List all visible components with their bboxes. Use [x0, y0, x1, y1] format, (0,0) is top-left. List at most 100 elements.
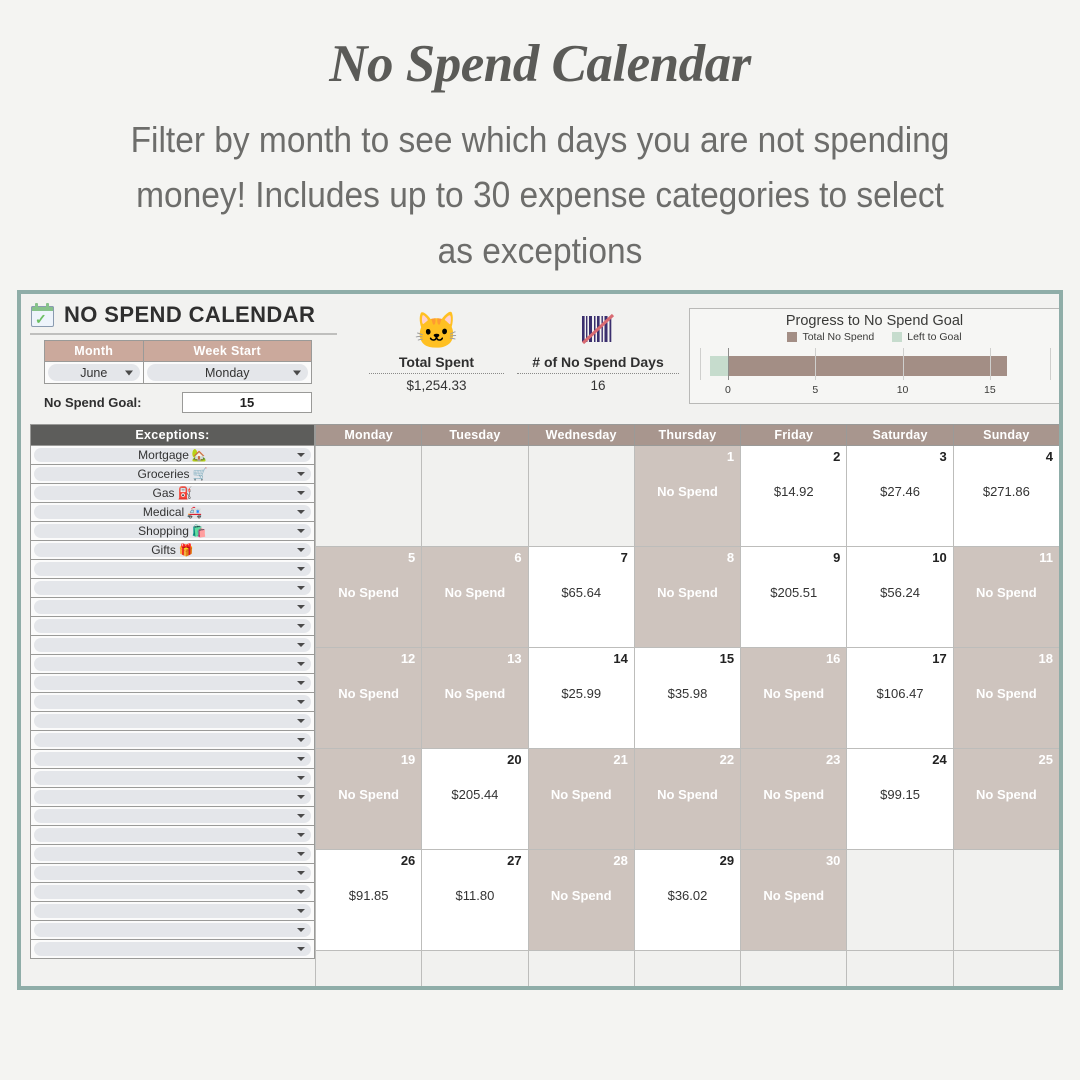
calendar-day-cell[interactable]: 3 $27.46: [846, 445, 954, 547]
calendar-day-cell[interactable]: 23 No Spend: [740, 748, 848, 850]
calendar-day-cell[interactable]: 9 $205.51: [740, 546, 848, 648]
calendar-day-cell[interactable]: 28 No Spend: [527, 849, 635, 951]
exception-select[interactable]: Gifts 🎁: [34, 543, 311, 557]
calendar-day-cell[interactable]: [952, 849, 1059, 951]
week-start-select[interactable]: Monday: [146, 364, 308, 381]
exception-row[interactable]: Medical 🚑: [31, 502, 314, 521]
exception-row[interactable]: [31, 882, 314, 901]
exception-select[interactable]: [34, 581, 311, 595]
calendar-day-cell[interactable]: [527, 445, 635, 547]
calendar-day-cell[interactable]: 27 $11.80: [421, 849, 529, 951]
exception-row[interactable]: [31, 939, 314, 958]
exception-select[interactable]: [34, 562, 311, 576]
calendar-day-cell[interactable]: 29 $36.02: [633, 849, 742, 951]
calendar-day-cell[interactable]: 30 No Spend: [740, 849, 848, 951]
exception-select[interactable]: [34, 847, 311, 861]
exception-select[interactable]: Mortgage 🏡: [34, 448, 311, 462]
exception-select[interactable]: [34, 885, 311, 899]
calendar-day-cell[interactable]: 11 No Spend: [952, 546, 1059, 648]
week-start-cell[interactable]: Monday: [142, 361, 312, 384]
calendar-day-cell[interactable]: 13 No Spend: [421, 647, 529, 749]
exception-select[interactable]: [34, 752, 311, 766]
exception-select[interactable]: [34, 904, 311, 918]
exception-row[interactable]: [31, 654, 314, 673]
calendar-day-cell[interactable]: 7 $65.64: [527, 546, 635, 648]
exception-select[interactable]: [34, 942, 311, 956]
exception-row[interactable]: [31, 787, 314, 806]
exception-row[interactable]: [31, 749, 314, 768]
exception-select[interactable]: Gas ⛽: [34, 486, 311, 500]
calendar-day-cell[interactable]: 19 No Spend: [314, 748, 423, 850]
calendar-day-cell[interactable]: [633, 950, 742, 986]
calendar-day-cell[interactable]: 24 $99.15: [846, 748, 954, 850]
calendar-day-cell[interactable]: 10 $56.24: [846, 546, 954, 648]
exception-select[interactable]: [34, 923, 311, 937]
calendar-day-cell[interactable]: 8 No Spend: [633, 546, 742, 648]
exception-select[interactable]: [34, 695, 311, 709]
exception-select[interactable]: [34, 638, 311, 652]
calendar-day-cell[interactable]: 4 $271.86: [952, 445, 1059, 547]
calendar-day-cell[interactable]: 6 No Spend: [421, 546, 529, 648]
exception-select[interactable]: [34, 600, 311, 614]
exception-select[interactable]: [34, 866, 311, 880]
calendar-day-cell[interactable]: 5 No Spend: [314, 546, 423, 648]
calendar-day-cell[interactable]: 2 $14.92: [740, 445, 848, 547]
exception-select[interactable]: [34, 733, 311, 747]
calendar-day-cell[interactable]: [846, 950, 954, 986]
exception-row[interactable]: [31, 806, 314, 825]
exception-row[interactable]: [31, 863, 314, 882]
exception-row[interactable]: [31, 768, 314, 787]
calendar-day-cell[interactable]: 17 $106.47: [846, 647, 954, 749]
exception-row[interactable]: Shopping 🛍️: [31, 521, 314, 540]
month-cell[interactable]: June: [44, 361, 144, 384]
exception-select[interactable]: Groceries 🛒: [34, 467, 311, 481]
calendar-day-cell[interactable]: [421, 950, 529, 986]
exception-select[interactable]: [34, 828, 311, 842]
exception-row[interactable]: Groceries 🛒: [31, 464, 314, 483]
exception-row[interactable]: Mortgage 🏡: [31, 445, 314, 464]
calendar-day-cell[interactable]: 26 $91.85: [314, 849, 423, 951]
exception-row[interactable]: Gifts 🎁: [31, 540, 314, 559]
exception-select[interactable]: [34, 619, 311, 633]
calendar-day-cell[interactable]: 22 No Spend: [633, 748, 742, 850]
calendar-day-cell[interactable]: 16 No Spend: [740, 647, 848, 749]
calendar-day-cell[interactable]: 14 $25.99: [527, 647, 635, 749]
month-select[interactable]: June: [48, 364, 140, 381]
calendar-day-cell[interactable]: [952, 950, 1059, 986]
calendar-day-cell[interactable]: [314, 445, 423, 547]
exception-row[interactable]: [31, 635, 314, 654]
exception-select[interactable]: [34, 657, 311, 671]
exception-row[interactable]: [31, 692, 314, 711]
exception-select[interactable]: [34, 771, 311, 785]
calendar-day-cell[interactable]: [527, 950, 635, 986]
exception-select[interactable]: [34, 790, 311, 804]
exception-row[interactable]: [31, 844, 314, 863]
calendar-day-cell[interactable]: 12 No Spend: [314, 647, 423, 749]
calendar-day-cell[interactable]: 1 No Spend: [633, 445, 742, 547]
calendar-day-cell[interactable]: 20 $205.44: [421, 748, 529, 850]
exception-row[interactable]: [31, 730, 314, 749]
calendar-day-cell[interactable]: [421, 445, 529, 547]
calendar-day-cell[interactable]: 15 $35.98: [633, 647, 742, 749]
exception-select[interactable]: Shopping 🛍️: [34, 524, 311, 538]
calendar-day-cell[interactable]: 18 No Spend: [952, 647, 1059, 749]
no-spend-goal-input[interactable]: 15: [182, 392, 312, 413]
exception-select[interactable]: Medical 🚑: [34, 505, 311, 519]
exception-select[interactable]: [34, 676, 311, 690]
exception-select[interactable]: [34, 809, 311, 823]
exception-row[interactable]: [31, 673, 314, 692]
exception-row[interactable]: [31, 559, 314, 578]
calendar-day-cell[interactable]: 25 No Spend: [952, 748, 1059, 850]
exception-row[interactable]: [31, 901, 314, 920]
exception-row[interactable]: [31, 711, 314, 730]
exception-select[interactable]: [34, 714, 311, 728]
exception-row[interactable]: [31, 616, 314, 635]
exception-row[interactable]: [31, 597, 314, 616]
calendar-day-cell[interactable]: [314, 950, 423, 986]
calendar-day-cell[interactable]: [740, 950, 848, 986]
exception-row[interactable]: [31, 920, 314, 939]
calendar-day-cell[interactable]: 21 No Spend: [527, 748, 635, 850]
exception-row[interactable]: [31, 578, 314, 597]
calendar-day-cell[interactable]: [846, 849, 954, 951]
exception-row[interactable]: Gas ⛽: [31, 483, 314, 502]
